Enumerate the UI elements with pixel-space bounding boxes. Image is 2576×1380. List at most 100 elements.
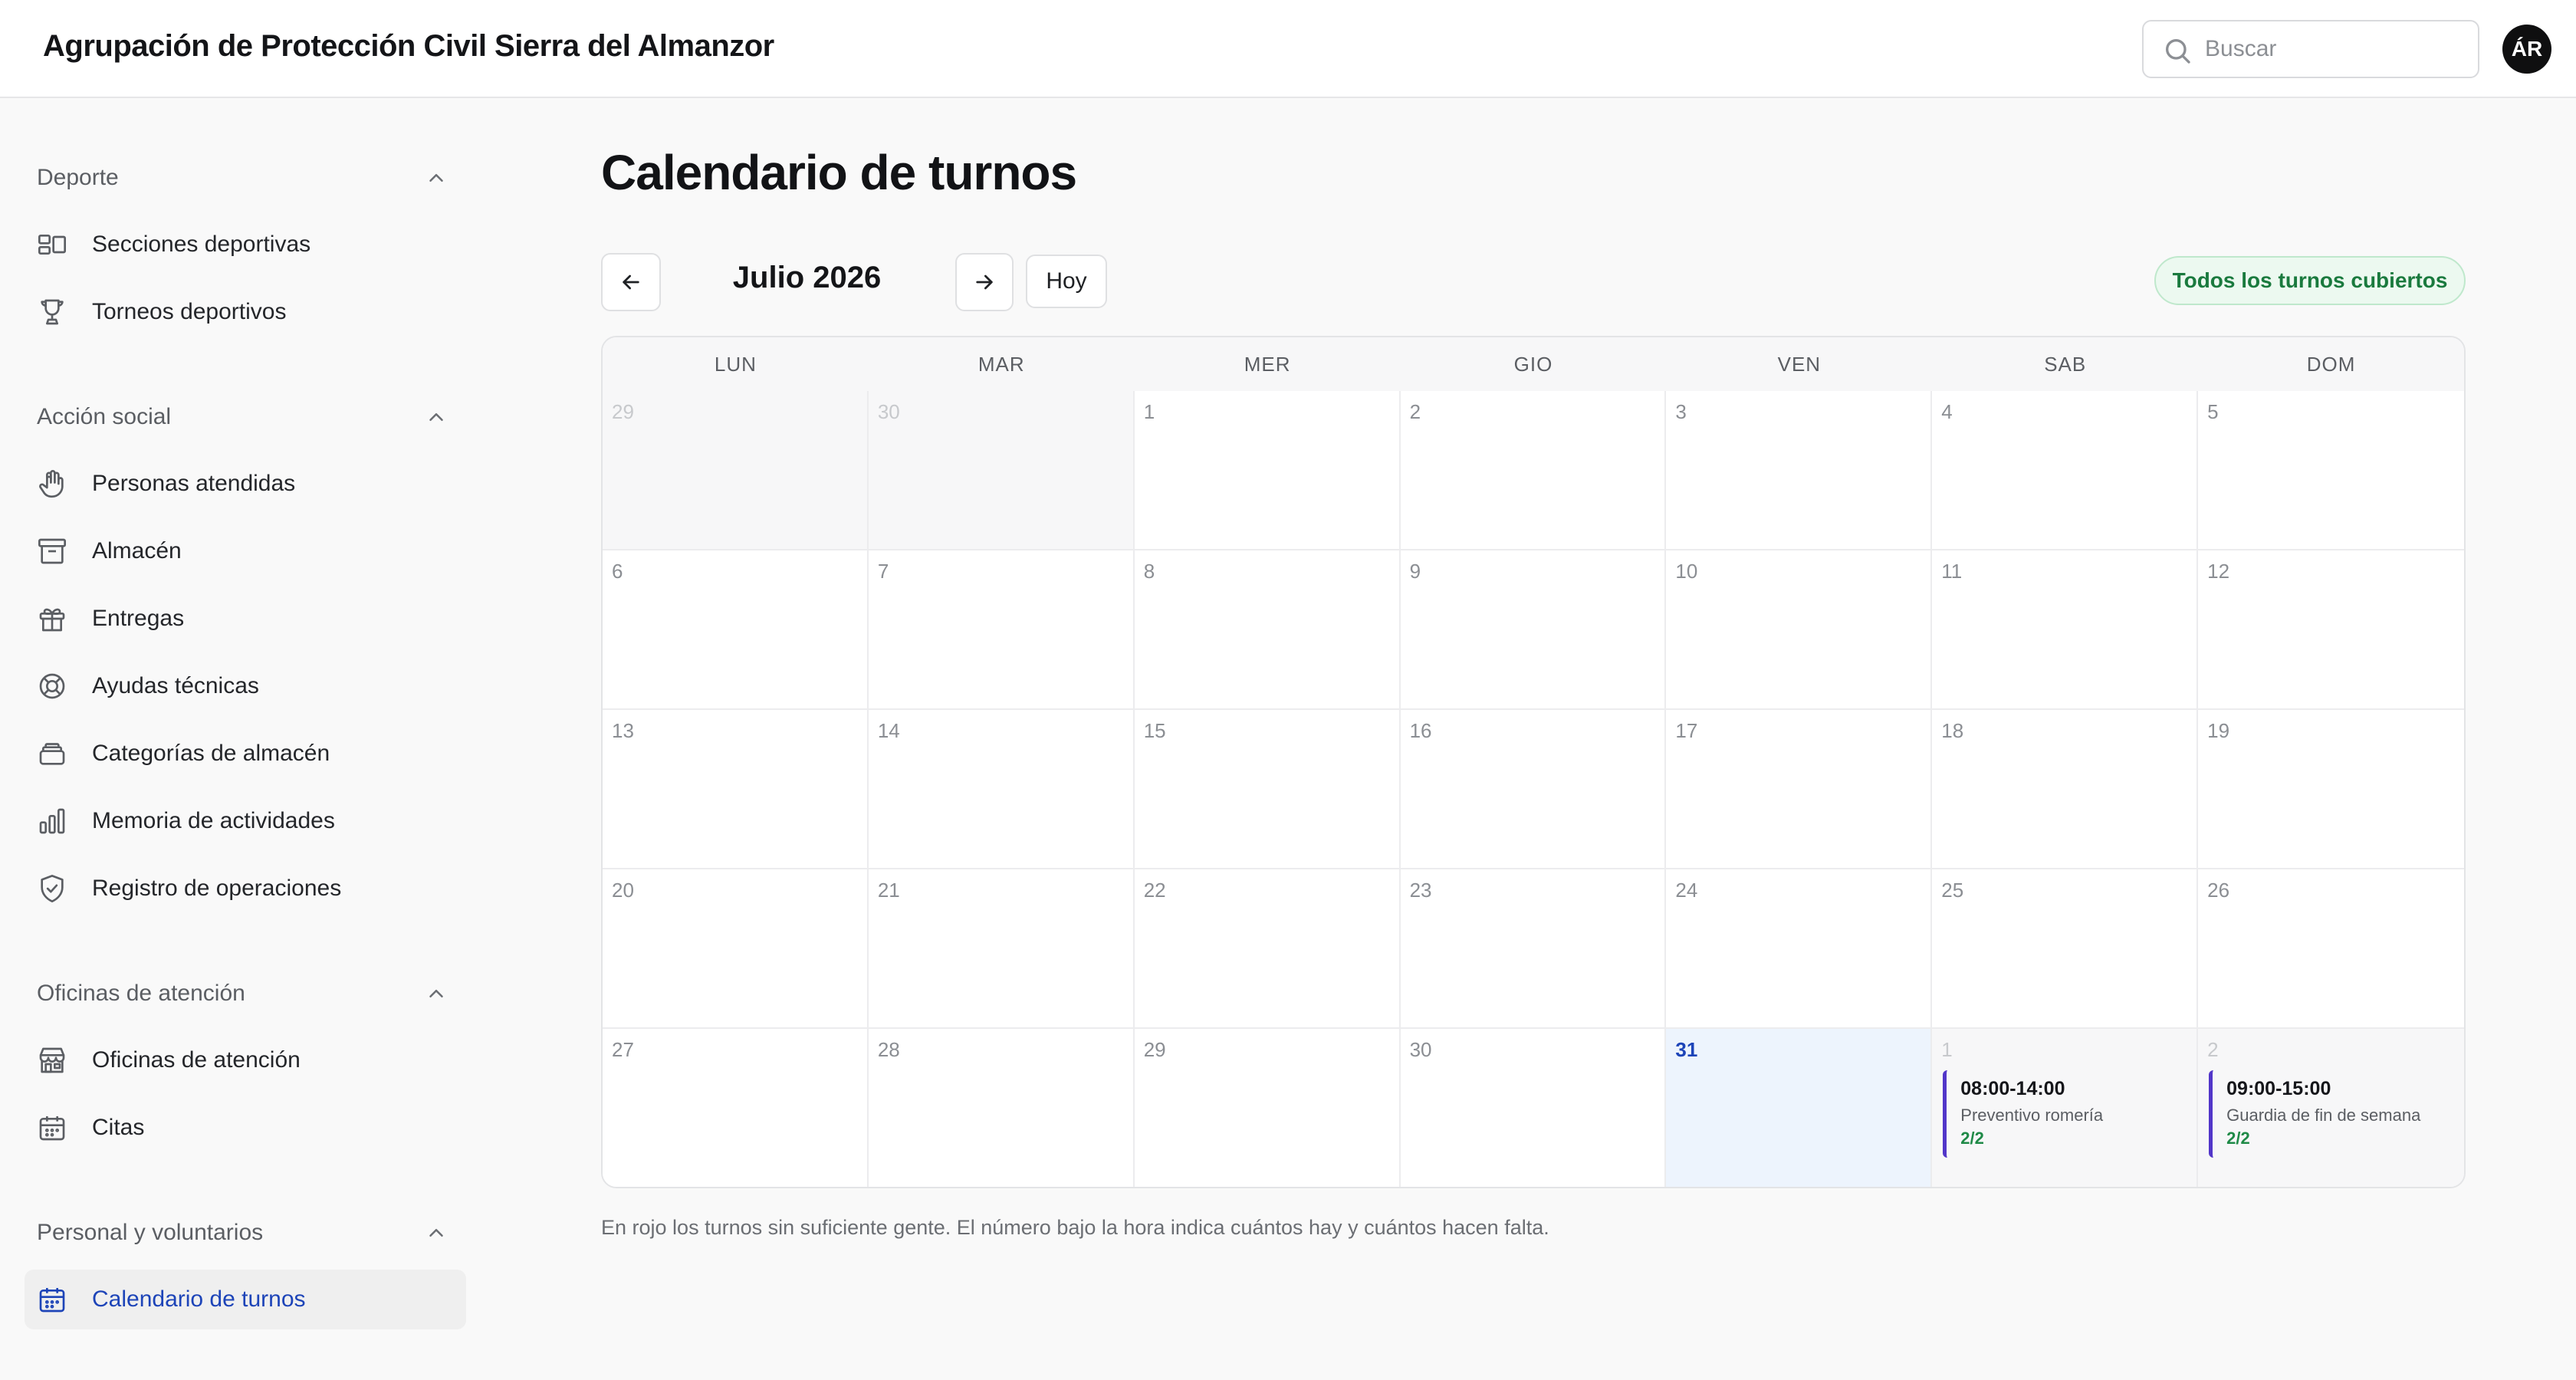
search-icon [2166,39,2190,64]
sidebar-item-label: Almacén [92,538,182,564]
shift-time: 08:00-14:00 [1960,1078,2065,1099]
page-title: Calendario de turnos [601,145,1077,200]
day-number: 9 [1409,560,1421,583]
day-number: 11 [1941,560,1963,583]
arrow-left-icon [623,274,639,290]
day-number: 3 [1675,400,1687,423]
day-cell[interactable]: 13 [603,710,869,869]
day-number: 21 [877,879,900,902]
day-number: 2 [2207,1038,2219,1061]
day-number: 17 [1675,719,1698,742]
day-cell[interactable]: 3 [1666,391,1933,550]
sidebar-item-secciones-deportivas[interactable]: Secciones deportivas [25,215,466,274]
day-cell[interactable]: 21 [868,869,1135,1029]
sidebar-item-label: Memoria de actividades [92,808,335,833]
day-cell[interactable]: 1 [1134,391,1401,550]
day-cell[interactable]: 17 [1666,710,1933,869]
sidebar-item-ayudas-tecnicas[interactable]: Ayudas técnicas [25,656,466,716]
day-number: 8 [1143,560,1155,583]
shield-check-icon [41,875,64,902]
day-cell[interactable]: 28 [868,1029,1135,1187]
stack-icon [39,743,65,765]
day-cell[interactable]: 2 [1400,391,1667,550]
day-cell[interactable]: 7 [868,550,1135,710]
user-avatar[interactable]: ÁR [2502,25,2551,74]
search-input[interactable] [2205,32,2466,66]
weekday-header: MAR [868,337,1135,391]
sidebar-item-registro-de-operaciones[interactable]: Registro de operaciones [25,859,466,918]
weekday-header: DOM [2198,337,2464,391]
coverage-status-badge: Todos los turnos cubiertos [2154,256,2466,305]
day-cell[interactable]: 25 [1932,869,2199,1029]
day-cell[interactable]: 19 [2198,710,2464,869]
next-month-button[interactable] [955,253,1014,311]
day-number: 14 [877,719,900,742]
sidebar-section-accion-social[interactable]: Acción social [37,397,451,437]
sidebar-item-label: Entregas [92,606,185,631]
day-cell[interactable]: 27 [603,1029,869,1187]
day-cell[interactable]: 15 [1134,710,1401,869]
today-button[interactable]: Hoy [1026,255,1107,308]
day-number: 7 [877,560,889,583]
month-label: Julio 2026 [732,261,882,294]
day-cell-today[interactable]: 31 [1666,1029,1933,1187]
day-cell[interactable]: 29 [1134,1029,1401,1187]
chevron-up-icon [429,990,443,997]
day-number: 2 [1409,400,1421,423]
day-cell[interactable]: 30 [1400,1029,1667,1187]
day-cell[interactable]: 5 [2198,391,2464,550]
sidebar-item-citas[interactable]: Citas [25,1098,466,1158]
day-cell[interactable]: 20 [603,869,869,1029]
sidebar-item-label: Torneos deportivos [92,299,287,324]
day-cell[interactable]: 16 [1400,710,1667,869]
search-box[interactable] [2142,20,2479,78]
shift-event[interactable]: 08:00-14:00 Preventivo romería 2/2 [1943,1070,2187,1158]
sections-icon [38,235,66,255]
sidebar-item-personas-atendidas[interactable]: Personas atendidas [25,454,466,514]
day-cell[interactable]: 14 [868,710,1135,869]
day-cell[interactable]: 2 09:00-15:00 Guardia de fin de semana 2/2 [2198,1029,2464,1187]
day-cell[interactable]: 10 [1666,550,1933,710]
sidebar-item-almacen[interactable]: Almacén [25,521,466,581]
sidebar-item-label: Citas [92,1115,145,1140]
archive-box-icon [38,538,66,564]
day-number: 4 [1941,400,1953,423]
day-cell[interactable]: 8 [1134,550,1401,710]
sidebar-item-categorias-de-almacen[interactable]: Categorías de almacén [25,724,466,784]
day-number: 24 [1675,879,1698,902]
day-cell[interactable]: 6 [603,550,869,710]
day-cell[interactable]: 11 [1932,550,2199,710]
day-cell[interactable]: 29 [603,391,869,550]
day-cell[interactable]: 23 [1400,869,1667,1029]
calendar-icon [39,1116,65,1141]
day-cell[interactable]: 18 [1932,710,2199,869]
weekday-header: LUN [603,337,869,391]
day-cell[interactable]: 22 [1134,869,1401,1029]
sidebar-item-memoria-de-actividades[interactable]: Memoria de actividades [25,791,466,851]
sidebar-item-oficinas-de-atencion[interactable]: Oficinas de atención [25,1030,466,1090]
chevron-up-icon [429,413,443,421]
day-cell[interactable]: 24 [1666,869,1933,1029]
sidebar-item-calendario-de-turnos[interactable]: Calendario de turnos [25,1270,466,1329]
prev-month-button[interactable] [601,253,661,311]
arrow-right-icon [976,274,993,290]
weekday-header: VEN [1666,337,1933,391]
sidebar-section-personal-y-voluntarios[interactable]: Personal y voluntarios [37,1213,451,1253]
day-number: 20 [612,879,634,902]
sidebar-section-oficinas-de-atencion[interactable]: Oficinas de atención [37,974,451,1014]
sidebar-item-label: Personas atendidas [92,471,296,496]
day-cell[interactable]: 26 [2198,869,2464,1029]
day-cell[interactable]: 1 08:00-14:00 Preventivo romería 2/2 [1932,1029,2199,1187]
shift-time: 09:00-15:00 [2226,1078,2331,1099]
sidebar-section-deporte[interactable]: Deporte [37,158,451,198]
day-cell[interactable]: 4 [1932,391,2199,550]
shift-coverage-count: 2/2 [1960,1129,1984,1148]
chevron-up-icon [429,1229,443,1237]
month-calendar: LUN MAR MER GIO VEN SAB DOM 29 30 1 2 3 4 5 6 7 8 9 10 11 12… [601,336,2466,1188]
shift-event[interactable]: 09:00-15:00 Guardia de fin de semana 2/2 [2209,1070,2453,1158]
day-cell[interactable]: 30 [868,391,1135,550]
sidebar-item-entregas[interactable]: Entregas [25,589,466,649]
day-cell[interactable]: 12 [2198,550,2464,710]
day-cell[interactable]: 9 [1400,550,1667,710]
sidebar-item-torneos-deportivos[interactable]: Torneos deportivos [25,282,466,342]
